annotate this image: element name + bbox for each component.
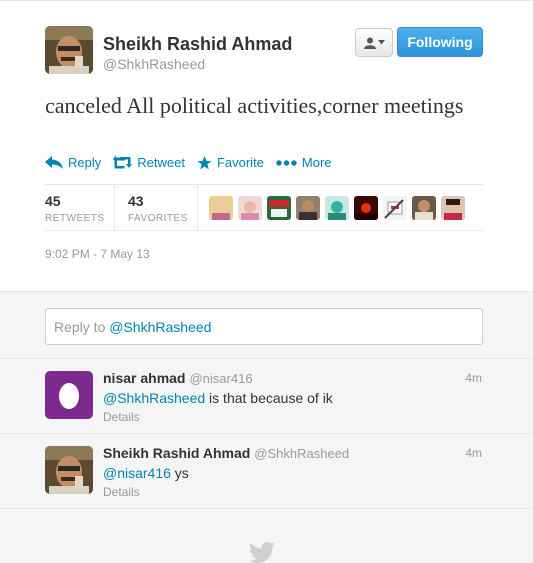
favoriter-avatar[interactable] — [296, 196, 320, 220]
reply-author[interactable]: nisar ahmad @nisar416 — [103, 370, 253, 386]
retweet-action[interactable]: Retweet — [113, 155, 185, 170]
retweets-stat[interactable]: 45 RETWEETS — [45, 193, 105, 224]
twitter-bird-icon — [248, 542, 275, 563]
reply-mention: @ShkhRasheed — [109, 319, 212, 335]
stats-top-divider — [45, 184, 483, 185]
favoriters-avatars — [209, 196, 465, 220]
reply-action[interactable]: Reply — [45, 155, 101, 170]
reply-item[interactable]: nisar ahmad @nisar416 4m @ShkhRasheed is … — [0, 359, 533, 434]
favorite-action[interactable]: Favorite — [197, 155, 264, 170]
tweet-timestamp[interactable]: 9:02 PM - 7 May 13 — [45, 247, 150, 261]
reply-details-link[interactable]: Details — [103, 485, 140, 499]
reply-time[interactable]: 4m — [465, 371, 482, 385]
following-button[interactable]: Following — [397, 27, 483, 57]
reply-icon — [45, 155, 63, 169]
reply-details-link[interactable]: Details — [103, 410, 140, 424]
user-actions-button[interactable] — [355, 28, 393, 57]
reply-author-handle: @ShkhRasheed — [254, 446, 350, 461]
reply-label: Reply — [68, 155, 102, 170]
star-icon — [197, 155, 212, 169]
reply-author-name: nisar ahmad — [103, 370, 186, 386]
favoriter-avatar[interactable] — [412, 196, 436, 220]
favoriter-avatar[interactable] — [238, 196, 262, 220]
stats-separator — [114, 184, 115, 230]
reply-avatar[interactable] — [45, 371, 93, 419]
reply-author[interactable]: Sheikh Rashid Ahmad @ShkhRasheed — [103, 445, 349, 461]
tweet-actions: Reply Retweet Favorite More — [45, 155, 332, 170]
favoriter-avatar[interactable] — [209, 196, 233, 220]
reply-body: is that because of ik — [205, 390, 333, 406]
stats-separator — [197, 184, 198, 230]
reply-body: ys — [170, 465, 189, 481]
favoriter-avatar[interactable] — [441, 196, 465, 220]
stats-bottom-divider — [45, 230, 483, 231]
conversation-footer — [0, 509, 533, 563]
tweet-card: Sheikh Rashid Ahmad @ShkhRasheed Followi… — [0, 0, 534, 563]
author-name[interactable]: Sheikh Rashid Ahmad — [103, 34, 292, 55]
favoriter-avatar[interactable] — [383, 196, 407, 220]
reply-prefix: Reply to — [54, 319, 110, 335]
retweet-icon — [113, 156, 133, 169]
more-action[interactable]: More — [276, 155, 332, 170]
person-icon — [363, 37, 376, 49]
retweet-label: Retweet — [137, 155, 185, 170]
reply-area: Reply to @ShkhRasheed — [0, 291, 533, 359]
favoriter-avatar[interactable] — [267, 196, 291, 220]
reply-input[interactable]: Reply to @ShkhRasheed — [45, 308, 483, 345]
more-label: More — [301, 155, 332, 170]
author-handle[interactable]: @ShkhRasheed — [103, 56, 205, 72]
tweet-text: canceled All political activities,corner… — [45, 93, 464, 118]
favorites-label: FAVORITES — [128, 213, 188, 224]
favorites-count: 43 — [128, 193, 144, 209]
reply-author-name: Sheikh Rashid Ahmad — [103, 445, 251, 461]
retweets-count: 45 — [45, 193, 61, 209]
reply-text: @ShkhRasheed is that because of ik — [103, 390, 333, 406]
favorites-stat[interactable]: 43 FAVORITES — [128, 193, 188, 224]
reply-mention-link[interactable]: @nisar416 — [103, 465, 171, 481]
reply-time[interactable]: 4m — [465, 446, 482, 460]
favoriter-avatar[interactable] — [354, 196, 378, 220]
reply-text: @nisar416 ys — [103, 465, 189, 481]
favoriter-avatar[interactable] — [325, 196, 349, 220]
retweets-label: RETWEETS — [45, 213, 105, 224]
reply-mention-link[interactable]: @ShkhRasheed — [103, 390, 205, 406]
reply-author-handle: @nisar416 — [189, 371, 253, 386]
favorite-label: Favorite — [216, 155, 264, 170]
reply-avatar[interactable] — [45, 446, 93, 494]
caret-down-icon — [377, 40, 385, 45]
reply-item[interactable]: Sheikh Rashid Ahmad @ShkhRasheed 4m @nisa… — [0, 434, 533, 509]
more-dots-icon — [276, 159, 297, 166]
author-avatar[interactable] — [45, 26, 93, 74]
